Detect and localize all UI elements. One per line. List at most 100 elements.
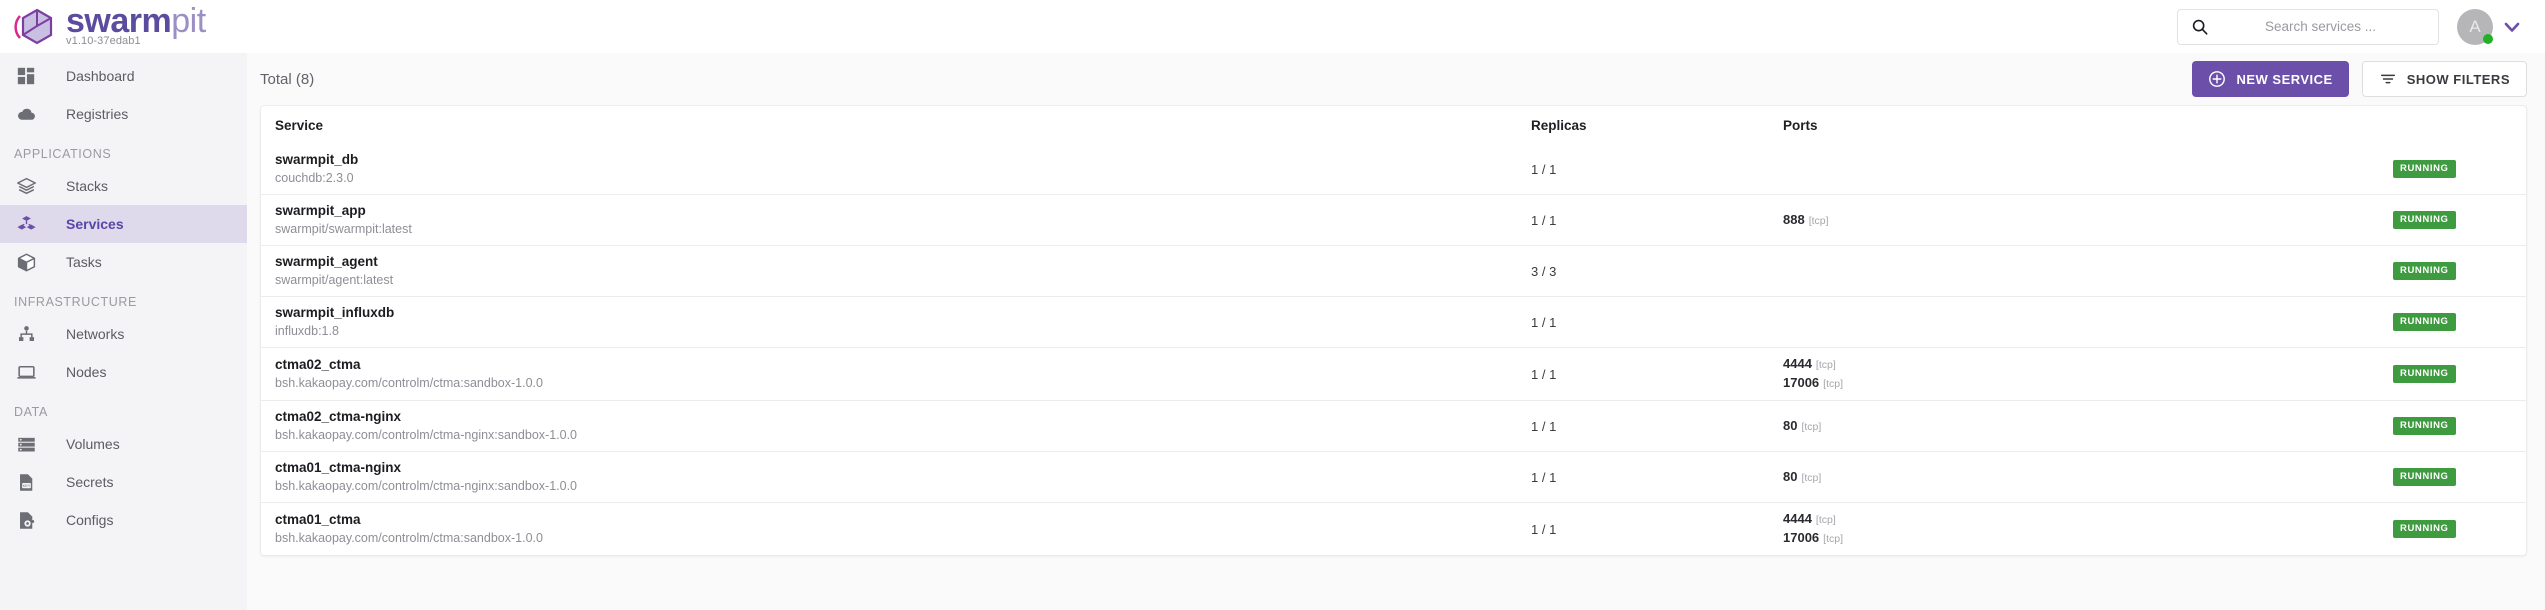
column-header-service[interactable]: Service [261,118,1531,133]
service-name[interactable]: swarmpit_app [275,202,1531,219]
new-service-label: NEW SERVICE [2236,71,2333,87]
sidebar-item-stacks[interactable]: Stacks [0,167,247,205]
cell-status: RUNNING [2336,365,2526,383]
service-name[interactable]: ctma01_ctma-nginx [275,459,1531,476]
volumes-icon [16,434,52,455]
search-box[interactable] [2177,8,2439,45]
sidebar-item-label: Configs [66,512,114,528]
column-header-ports[interactable]: Ports [1781,118,2336,133]
sidebar-item-registries[interactable]: Registries [0,95,247,133]
port-number: 4444 [1783,356,1812,371]
sidebar-item-label: Volumes [66,436,120,452]
sidebar-item-services[interactable]: Services [0,205,247,243]
cell-service: swarmpit_db couchdb:2.3.0 [261,151,1531,187]
port-number: 4444 [1783,511,1812,526]
sidebar-item-dashboard[interactable]: Dashboard [0,57,247,95]
table-row[interactable]: ctma02_ctma-nginx bsh.kakaopay.com/contro… [261,400,2526,451]
service-name[interactable]: ctma02_ctma [275,356,1531,373]
sidebar-item-volumes[interactable]: Volumes [0,425,247,463]
cell-ports: 4444 [tcp] 17006 [tcp] [1781,510,2336,548]
table-row[interactable]: swarmpit_app swarmpit/swarmpit:latest 1 / … [261,194,2526,245]
port-entry: 17006 [tcp] [1783,374,2336,393]
avatar[interactable]: A [2457,8,2493,45]
search-icon [2191,18,2209,36]
sidebar-group-data: DATA [14,405,48,419]
network-nodes-icon [16,324,52,345]
svg-text:KEY: KEY [23,484,31,488]
port-protocol: [tcp] [1823,378,1843,390]
status-badge: RUNNING [2393,160,2456,178]
column-header-replicas[interactable]: Replicas [1531,118,1781,133]
chevron-down-icon[interactable] [2501,16,2523,38]
port-entry: 4444 [tcp] [1783,355,2336,374]
app-body: Dashboard Registries APPLICATIONS Stacks… [0,53,2545,610]
sidebar-group-infrastructure: INFRASTRUCTURE [14,295,137,309]
sidebar-item-label: Nodes [66,364,107,380]
status-badge: RUNNING [2393,520,2456,538]
sidebar-item-label: Secrets [66,474,114,490]
port-protocol: [tcp] [1815,514,1836,526]
cell-replicas: 1 / 1 [1531,161,1557,177]
sidebar-item-label: Stacks [66,178,109,194]
cell-status: RUNNING [2336,262,2526,280]
cloud-icon [16,104,52,125]
sidebar-item-configs[interactable]: Configs [0,501,247,539]
sidebar-group-applications: APPLICATIONS [14,147,112,161]
cell-service: ctma02_ctma-nginx bsh.kakaopay.com/contro… [261,408,1531,444]
layers-icon [16,176,52,197]
swarmpit-app-window: swarmpit v1.10-37edab1 A [0,0,2545,610]
show-filters-button[interactable]: SHOW FILTERS [2361,61,2527,97]
cell-service: swarmpit_agent swarmpit/agent:latest [261,253,1531,289]
top-bar: swarmpit v1.10-37edab1 A [0,0,2545,53]
cell-status: RUNNING [2336,313,2526,331]
cell-status: RUNNING [2336,417,2526,435]
filter-icon [2379,70,2397,88]
table-row[interactable]: swarmpit_influxdb influxdb:1.8 1 / 1 RUNNIN… [261,296,2526,347]
service-name[interactable]: ctma01_ctma [275,511,1531,528]
service-name[interactable]: swarmpit_influxdb [275,304,1531,321]
service-name[interactable]: ctma02_ctma-nginx [275,408,1531,425]
service-name[interactable]: swarmpit_agent [275,253,1531,270]
status-badge: RUNNING [2393,468,2456,486]
table-row[interactable]: swarmpit_agent swarmpit/agent:latest 3 / 3… [261,245,2526,296]
table-row[interactable]: swarmpit_db couchdb:2.3.0 1 / 1 RUNNING [261,144,2526,194]
sidebar: Dashboard Registries APPLICATIONS Stacks… [0,53,247,610]
table-row[interactable]: ctma01_ctma-nginx bsh.kakaopay.com/contro… [261,451,2526,502]
new-service-button[interactable]: NEW SERVICE [2192,61,2349,97]
swarmpit-cube-icon [14,4,60,50]
total-count-label: Total (8) [260,70,315,88]
service-image: bsh.kakaopay.com/controlm/ctma-nginx:san… [275,479,578,493]
sidebar-item-secrets[interactable]: KEY Secrets [0,463,247,501]
sidebar-item-label: Registries [66,106,129,122]
service-image: influxdb:1.8 [275,324,339,338]
port-number: 80 [1783,417,1798,433]
brand-area[interactable]: swarmpit v1.10-37edab1 [0,4,247,50]
table-row[interactable]: ctma01_ctma bsh.kakaopay.com/controlm/ctm… [261,502,2526,555]
secret-key-icon: KEY [16,472,52,493]
sidebar-item-tasks[interactable]: Tasks [0,243,247,281]
port-entry: 17006 [tcp] [1783,529,2336,548]
sidebar-item-label: Dashboard [66,68,135,84]
table-header-row: Service Replicas Ports [261,106,2526,144]
cell-replicas: 1 / 1 [1531,418,1557,434]
cell-replicas: 3 / 3 [1531,263,1557,279]
search-input[interactable] [2213,19,2428,34]
status-badge: RUNNING [2393,262,2456,280]
sidebar-item-label: Services [66,216,124,232]
port-number: 17006 [1783,375,1820,390]
cell-ports: 4444 [tcp] 17006 [tcp] [1781,355,2336,393]
config-gear-icon [16,510,52,531]
sidebar-item-networks[interactable]: Networks [0,315,247,353]
cell-replicas: 1 / 1 [1531,469,1557,485]
service-name[interactable]: swarmpit_db [275,151,1531,168]
port-entry: 80 [tcp] [1783,417,2336,436]
port-protocol: [tcp] [1801,420,1822,433]
cell-status: RUNNING [2336,468,2526,486]
table-row[interactable]: ctma02_ctma bsh.kakaopay.com/controlm/ctm… [261,347,2526,400]
cell-service: ctma02_ctma bsh.kakaopay.com/controlm/ctm… [261,356,1531,392]
sidebar-item-nodes[interactable]: Nodes [0,353,247,391]
port-protocol: [tcp] [1808,214,1829,227]
service-image: swarmpit/agent:latest [275,273,394,287]
cube-icon [16,252,52,273]
cell-status: RUNNING [2336,211,2526,229]
